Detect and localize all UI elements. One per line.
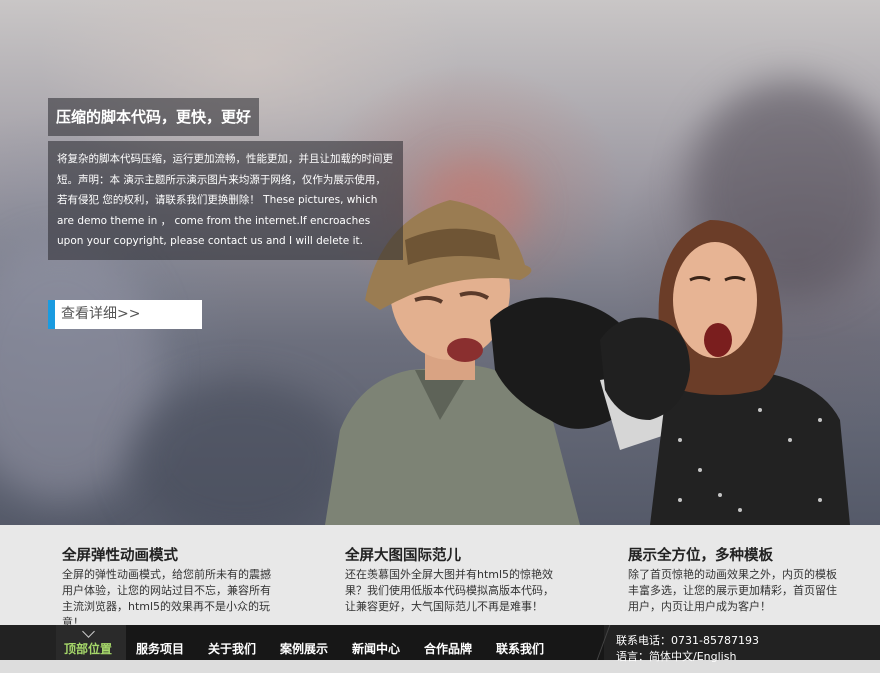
nav-item-top[interactable]: 顶部位置: [56, 625, 126, 660]
hero-banner: 压缩的脚本代码，更快，更好 将复杂的脚本代码压缩，运行更加流畅，性能更加，并且让…: [0, 0, 880, 525]
chevron-down-icon: [82, 625, 95, 638]
bottom-nav-bar: 顶部位置 服务项目 关于我们 案例展示 新闻中心 合作品牌 联系我们 联系电话：…: [0, 625, 880, 663]
nav-item-brands[interactable]: 合作品牌: [424, 625, 472, 660]
view-details-button[interactable]: 查看详细>>: [48, 300, 202, 329]
feature-text: 还在羡慕国外全屏大图并有html5的惊艳效果？我们使用低版本代码模拟高版本代码，…: [345, 568, 554, 613]
nav-item-services[interactable]: 服务项目: [136, 625, 184, 660]
nav-item-news[interactable]: 新闻中心: [352, 625, 400, 660]
nav-item-cases[interactable]: 案例展示: [280, 625, 328, 660]
contact-info: 联系电话：0731-85787193 语言：简体中文/English: [616, 633, 759, 665]
feature-text: 全屏的弹性动画模式，给您前所未有的震撼用户体验，让您的网站过目不忘，兼容所有主流…: [62, 568, 271, 629]
nav-item-label: 顶部位置: [64, 642, 113, 656]
feature-title: 全屏弹性动画模式: [62, 548, 178, 564]
nav-item-contact[interactable]: 联系我们: [496, 625, 544, 660]
feature-card: 全屏弹性动画模式 全屏的弹性动画模式，给您前所未有的震撼用户体验，让您的网站过目…: [62, 547, 277, 631]
feature-title: 展示全方位，多种模板: [628, 548, 773, 564]
hero-description: 将复杂的脚本代码压缩，运行更加流畅，性能更加，并且让加载的时间更短。声明：本 演…: [48, 141, 403, 260]
hero-title: 压缩的脚本代码，更快，更好: [48, 98, 260, 136]
feature-card: 全屏大图国际范儿 还在羡慕国外全屏大图并有html5的惊艳效果？我们使用低版本代…: [345, 547, 560, 615]
features-section: 全屏弹性动画模式 全屏的弹性动画模式，给您前所未有的震撼用户体验，让您的网站过目…: [0, 525, 880, 629]
main-nav: 顶部位置 服务项目 关于我们 案例展示 新闻中心 合作品牌 联系我们: [56, 625, 604, 660]
feature-text: 除了首页惊艳的动画效果之外，内页的模板丰富多选，让您的展示更加精彩，首页留住用户…: [628, 568, 837, 613]
nav-item-about[interactable]: 关于我们: [208, 625, 256, 660]
contact-phone: 联系电话：0731-85787193: [616, 634, 759, 647]
feature-title: 全屏大图国际范儿: [345, 548, 461, 564]
language-switcher[interactable]: 语言：简体中文/English: [616, 649, 759, 665]
feature-card: 展示全方位，多种模板 除了首页惊艳的动画效果之外，内页的模板丰富多选，让您的展示…: [628, 547, 843, 615]
